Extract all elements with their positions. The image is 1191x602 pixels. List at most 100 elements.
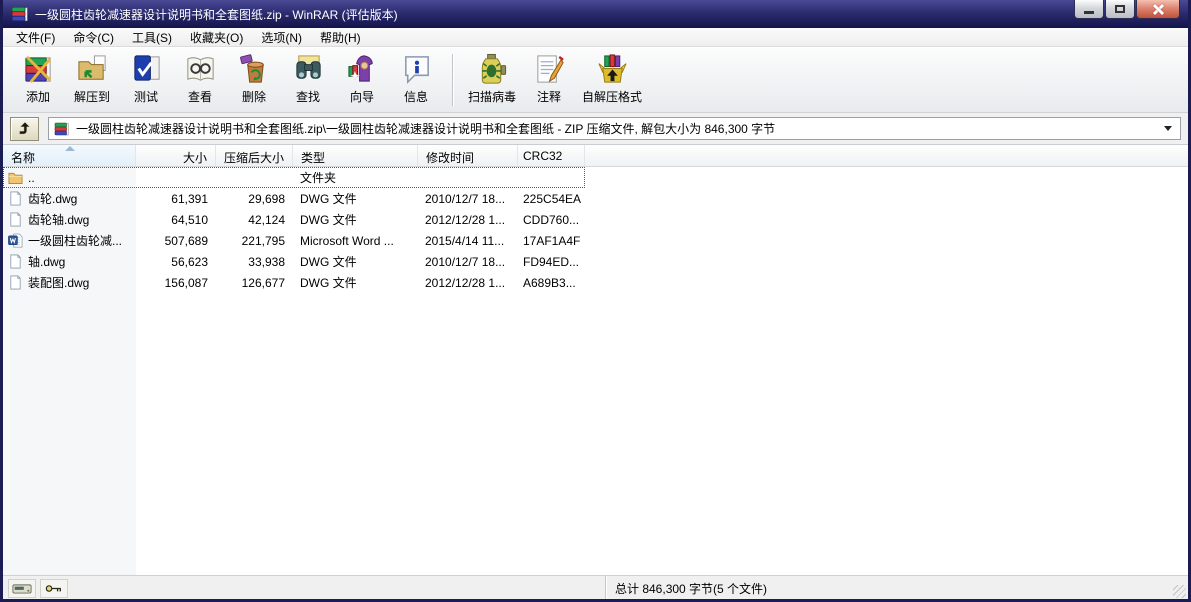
file-icon (10, 254, 21, 269)
find-button[interactable]: 查找 (281, 51, 335, 109)
minimize-button[interactable] (1074, 0, 1104, 19)
view-file-icon (186, 57, 214, 81)
test-label: 测试 (133, 90, 158, 104)
info-label: 信息 (403, 90, 428, 104)
toolbar: 添加 解压到 测试 查看 删除 查找 向导 信息 扫描病毒 注释 自解压格式 (3, 47, 1188, 113)
statusbar-right: 总计 846,300 字节(5 个文件) (606, 576, 1188, 599)
total-summary: 总计 846,300 字节(5 个文件) (615, 581, 768, 596)
window-controls (1073, 0, 1180, 19)
comment-icon (536, 55, 564, 83)
file-list: 名称 大小 压缩后大小 类型 修改时间 CRC32 .. 文件夹 齿轮.dwg … (3, 145, 1188, 575)
up-one-level-button[interactable] (10, 116, 39, 141)
cell-name: 轴.dwg (3, 253, 136, 270)
cell-size: 64,510 (171, 212, 208, 227)
info-icon (404, 56, 429, 84)
wizard-label: 向导 (349, 90, 374, 104)
sfx-icon (597, 54, 627, 83)
key-icon (45, 584, 61, 592)
minimize-icon (1084, 10, 1094, 14)
menu-commands[interactable]: 命令(C) (64, 27, 123, 48)
cell-crc: CDD760... (523, 212, 580, 227)
virus-scan-label: 扫描病毒 (468, 90, 517, 104)
cell-modified: 2010/12/7 18... (425, 254, 506, 269)
cell-packed: 126,677 (241, 275, 285, 290)
wizard-button[interactable]: 向导 (335, 51, 389, 109)
cell-size: 61,391 (171, 191, 208, 206)
extract-to-icon (77, 55, 106, 80)
close-button[interactable] (1136, 0, 1180, 19)
column-label: 名称 (11, 151, 36, 165)
toolbar-separator (452, 54, 453, 106)
info-button[interactable]: 信息 (389, 51, 443, 109)
cell-type: DWG 文件 (300, 276, 357, 290)
file-icon (10, 275, 21, 290)
cell-name: .. (3, 170, 136, 185)
menu-tools[interactable]: 工具(S) (123, 27, 181, 48)
add-label: 添加 (25, 90, 50, 104)
word-doc-icon (8, 233, 23, 248)
address-path: 一级圆柱齿轮减速器设计说明书和全套图纸.zip\一级圆柱齿轮减速器设计说明书和全… (76, 122, 776, 136)
virus-scan-button[interactable]: 扫描病毒 (462, 51, 522, 109)
list-header: 名称 大小 压缩后大小 类型 修改时间 CRC32 (3, 145, 1188, 167)
column-header-size[interactable]: 大小 (136, 145, 216, 166)
list-item-file[interactable]: 装配图.dwg 156,087 126,677 DWG 文件 2012/12/2… (3, 272, 585, 293)
menu-favorites[interactable]: 收藏夹(O) (181, 27, 252, 48)
cell-type: 文件夹 (300, 171, 337, 185)
close-icon (1152, 3, 1164, 15)
delete-label: 删除 (241, 90, 266, 104)
cell-packed: 221,795 (241, 233, 285, 248)
list-item-file[interactable]: 齿轮轴.dwg 64,510 42,124 DWG 文件 2012/12/28 … (3, 209, 585, 230)
column-header-modified[interactable]: 修改时间 (418, 145, 518, 166)
comment-button[interactable]: 注释 (522, 51, 576, 109)
cell-crc: 225C54EA (523, 191, 582, 206)
window-title: 一级圆柱齿轮减速器设计说明书和全套图纸.zip - WinRAR (评估版本) (35, 7, 398, 22)
list-item-file[interactable]: 轴.dwg 56,623 33,938 DWG 文件 2010/12/7 18.… (3, 251, 585, 272)
find-icon (295, 55, 321, 79)
list-item-file[interactable]: 齿轮.dwg 61,391 29,698 DWG 文件 2010/12/7 18… (3, 188, 585, 209)
delete-button[interactable]: 删除 (227, 51, 281, 109)
sort-asc-icon (65, 146, 75, 151)
view-button[interactable]: 查看 (173, 51, 227, 109)
menu-file[interactable]: 文件(F) (7, 27, 64, 48)
file-icon (10, 191, 21, 206)
password-cell[interactable] (40, 578, 68, 598)
file-name: 一级圆柱齿轮减... (28, 234, 123, 248)
folder-icon (8, 172, 23, 184)
titlebar: 一级圆柱齿轮减速器设计说明书和全套图纸.zip - WinRAR (评估版本) (3, 0, 1188, 28)
list-item-parent-dir[interactable]: .. 文件夹 (3, 167, 585, 188)
drive-icon (12, 583, 32, 593)
add-button[interactable]: 添加 (11, 51, 65, 109)
column-header-name[interactable]: 名称 (3, 145, 136, 166)
column-header-type[interactable]: 类型 (293, 145, 418, 166)
file-name: .. (28, 170, 35, 185)
folder-up-icon (19, 122, 30, 135)
delete-icon (239, 54, 264, 83)
wizard-icon (347, 55, 373, 82)
extract-to-button[interactable]: 解压到 (65, 51, 119, 109)
addressbar: 一级圆柱齿轮减速器设计说明书和全套图纸.zip\一级圆柱齿轮减速器设计说明书和全… (3, 113, 1188, 145)
test-button[interactable]: 测试 (119, 51, 173, 109)
file-name: 齿轮轴.dwg (28, 213, 90, 227)
list-rows: .. 文件夹 齿轮.dwg 61,391 29,698 DWG 文件 2010/… (3, 167, 1188, 293)
sfx-button[interactable]: 自解压格式 (576, 51, 648, 109)
cell-type: DWG 文件 (300, 255, 357, 269)
column-header-crc32[interactable]: CRC32 (518, 145, 585, 166)
cell-size: 507,689 (164, 233, 208, 248)
virus-scan-icon (481, 53, 506, 84)
menu-help[interactable]: 帮助(H) (311, 27, 370, 48)
file-name: 装配图.dwg (28, 276, 90, 290)
drive-select-cell[interactable] (8, 578, 36, 598)
test-archive-icon (133, 55, 160, 81)
menu-options[interactable]: 选项(N) (252, 27, 311, 48)
address-dropdown-icon[interactable] (1164, 126, 1172, 131)
list-item-file[interactable]: 一级圆柱齿轮减... 507,689 221,795 Microsoft Wor… (3, 230, 585, 251)
maximize-button[interactable] (1105, 0, 1135, 19)
statusbar-left (3, 576, 606, 599)
cell-packed: 33,938 (248, 254, 285, 269)
resize-grip[interactable] (1173, 585, 1186, 598)
comment-label: 注释 (537, 90, 562, 104)
address-combobox[interactable]: 一级圆柱齿轮减速器设计说明书和全套图纸.zip\一级圆柱齿轮减速器设计说明书和全… (48, 117, 1181, 140)
extract-to-label: 解压到 (73, 90, 110, 104)
column-header-packed[interactable]: 压缩后大小 (216, 145, 293, 166)
cell-modified: 2010/12/7 18... (425, 191, 506, 206)
